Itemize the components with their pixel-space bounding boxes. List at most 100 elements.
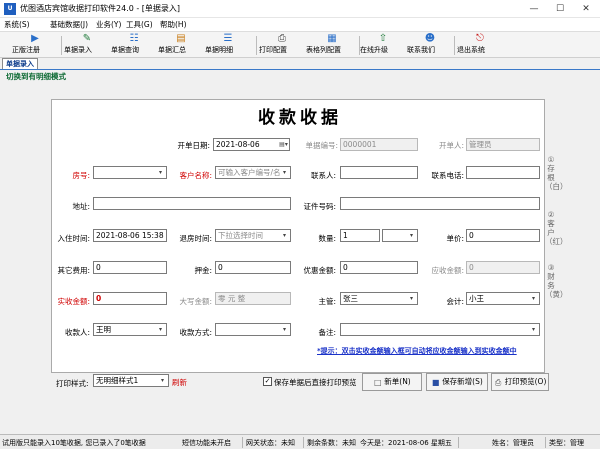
menu-basic-data[interactable]: 基础数据(J) xyxy=(50,19,88,30)
chevron-down-icon[interactable]: ▾ xyxy=(406,293,417,304)
deposit-label: 押金: xyxy=(194,266,212,275)
unit-price-field[interactable]: 0 xyxy=(466,229,540,242)
accountant-select[interactable]: 小王 ▾ xyxy=(466,292,540,305)
operator-field: 管理员 xyxy=(466,138,540,151)
receipt-summary-button[interactable]: ▤ 单据汇总 xyxy=(158,33,204,57)
menu-system[interactable]: 系统(S) xyxy=(4,19,30,30)
app-icon: U xyxy=(4,3,16,15)
received-amount-tip: *提示：双击实收金额输入框可自动将应收金额输入到实收金额中 xyxy=(317,347,517,355)
print-style-label: 打印样式: xyxy=(56,379,89,388)
room-no-select[interactable]: ▾ xyxy=(93,166,167,179)
deposit-field[interactable]: 0 xyxy=(215,261,291,274)
contact-icon: ☻ xyxy=(424,33,436,44)
contact-field[interactable] xyxy=(340,166,418,179)
chevron-down-icon[interactable]: ▾ xyxy=(528,324,539,335)
amount-upper-label: 大写金额: xyxy=(179,297,212,306)
form-title: 收款收据 xyxy=(258,108,342,128)
receivable-label: 应收金额: xyxy=(431,266,464,275)
title-bar: U 优图酒店宾馆收据打印软件24.0 - [单据录入] — ☐ ✕ xyxy=(0,0,600,18)
status-separator xyxy=(458,437,459,448)
phone-label: 联系电话: xyxy=(431,171,464,180)
other-fee-label: 其它费用: xyxy=(57,266,90,275)
status-separator xyxy=(242,437,243,448)
chevron-down-icon[interactable]: ▾ xyxy=(528,293,539,304)
save-new-button[interactable]: ■ 保存新增(S) xyxy=(426,373,488,391)
print-style-select[interactable]: 无明细样式1 ▾ xyxy=(93,374,169,387)
checkin-time-picker[interactable]: 2021-08-06 15:38 xyxy=(93,229,167,242)
payee-label: 收款人: xyxy=(64,328,90,337)
customer-name-select[interactable]: 可输入客户编号/名 ▾ xyxy=(215,166,291,179)
printer-icon: ⎙ xyxy=(494,378,502,387)
contact-button[interactable]: ☻ 联系我们 xyxy=(407,33,453,57)
received-amount-field[interactable]: 0 xyxy=(93,292,167,305)
toolbar-separator xyxy=(454,36,455,55)
print-preview-checkbox[interactable]: ✓ xyxy=(263,377,272,386)
pay-method-label: 收款方式: xyxy=(179,328,212,337)
pay-method-select[interactable]: ▾ xyxy=(215,323,291,336)
receipt-entry-icon: ✎ xyxy=(82,33,92,44)
id-no-field[interactable] xyxy=(340,197,540,210)
unit-select[interactable]: ▾ xyxy=(382,229,418,242)
minimize-icon[interactable]: — xyxy=(522,0,546,18)
maximize-icon[interactable]: ☐ xyxy=(548,0,572,18)
checkout-time-label: 退房时间: xyxy=(179,234,212,243)
copy-label-finance: ③财务（黄） xyxy=(545,263,568,299)
chevron-down-icon[interactable]: ▾ xyxy=(279,324,290,335)
tab-strip: 单据录入 xyxy=(0,58,600,69)
switch-detail-mode-link[interactable]: 切换到有明细模式 xyxy=(6,71,66,82)
receipt-no-field: 0000001 xyxy=(340,138,418,151)
refresh-link[interactable]: 刷新 xyxy=(172,377,187,388)
print-config-button[interactable]: ⎙ 打印配置 xyxy=(259,33,305,57)
chevron-down-icon[interactable]: ▾ xyxy=(155,167,166,178)
calendar-dropdown-icon[interactable]: ▤▾ xyxy=(278,139,289,150)
payee-select[interactable]: 王明 ▾ xyxy=(93,323,167,336)
status-sms-left: 剩余条数：未知 xyxy=(307,439,356,447)
chevron-down-icon[interactable]: ▾ xyxy=(157,375,168,386)
toolbar: ▶ 正版注册 ✎ 单据录入 ☷ 单据查询 ▤ 单据汇总 ☰ 单据明细 ⎙ 打印配… xyxy=(0,31,600,58)
status-bar: 试用版只能录入10笔收据, 您已录入了0笔收据 短信功能未开启 网关状态：未知 … xyxy=(0,434,600,449)
register-button[interactable]: ▶ 正版注册 xyxy=(12,33,58,57)
print-preview-checkbox-label: 保存单据后直接打印预览 xyxy=(274,378,357,387)
receipt-detail-button[interactable]: ☰ 单据明细 xyxy=(205,33,251,57)
open-date-picker[interactable]: 2021-08-06 ▤▾ xyxy=(213,138,290,151)
amount-upper-field: 零 元 整 xyxy=(215,292,291,305)
unit-price-label: 单价: xyxy=(446,234,464,243)
receipt-no-label: 单据编号: xyxy=(305,141,338,150)
close-icon[interactable]: ✕ xyxy=(574,0,598,18)
remark-select[interactable]: ▾ xyxy=(340,323,540,336)
accountant-label: 会计: xyxy=(446,297,464,306)
chevron-down-icon[interactable]: ▾ xyxy=(406,230,417,241)
menu-tools[interactable]: 工具(G) xyxy=(126,19,153,30)
other-fee-field[interactable]: 0 xyxy=(93,261,167,274)
copy-label-stub: ①存根（白） xyxy=(545,155,568,191)
quantity-field[interactable]: 1 xyxy=(340,229,380,242)
receivable-field: 0 xyxy=(466,261,540,274)
status-network: 网关状态：未知 xyxy=(246,439,295,447)
receipt-query-button[interactable]: ☷ 单据查询 xyxy=(111,33,157,57)
chevron-down-icon[interactable]: ▾ xyxy=(279,230,290,241)
discount-field[interactable]: 0 xyxy=(340,261,418,274)
receipt-summary-icon: ▤ xyxy=(176,33,186,44)
toolbar-separator xyxy=(256,36,257,55)
receipt-entry-button[interactable]: ✎ 单据录入 xyxy=(64,33,110,57)
open-date-label: 开单日期: xyxy=(177,141,210,150)
print-preview-button[interactable]: ⎙ 打印预览(O) xyxy=(491,373,549,391)
operator-label: 开单人: xyxy=(438,141,464,150)
checkout-time-select[interactable]: 下拉选择时间 ▾ xyxy=(215,229,291,242)
table-column-button[interactable]: ▦ 表格列配置 xyxy=(306,33,358,57)
exit-button[interactable]: ⎋ 退出系统 xyxy=(457,33,503,57)
chevron-down-icon[interactable]: ▾ xyxy=(155,324,166,335)
upgrade-button[interactable]: ⇧ 在线升级 xyxy=(360,33,406,57)
new-receipt-button[interactable]: □ 新单(N) xyxy=(362,373,422,391)
menu-business[interactable]: 业务(Y) xyxy=(96,19,121,30)
phone-field[interactable] xyxy=(466,166,540,179)
menu-help[interactable]: 帮助(H) xyxy=(160,19,187,30)
status-separator xyxy=(303,437,304,448)
chevron-down-icon[interactable]: ▾ xyxy=(279,167,290,178)
tab-receipt-entry[interactable]: 单据录入 xyxy=(2,58,38,69)
manager-select[interactable]: 张三 ▾ xyxy=(340,292,418,305)
new-document-icon: □ xyxy=(373,378,382,387)
address-field[interactable] xyxy=(93,197,291,210)
table-column-icon: ▦ xyxy=(327,33,337,44)
receipt-query-icon: ☷ xyxy=(129,33,139,44)
